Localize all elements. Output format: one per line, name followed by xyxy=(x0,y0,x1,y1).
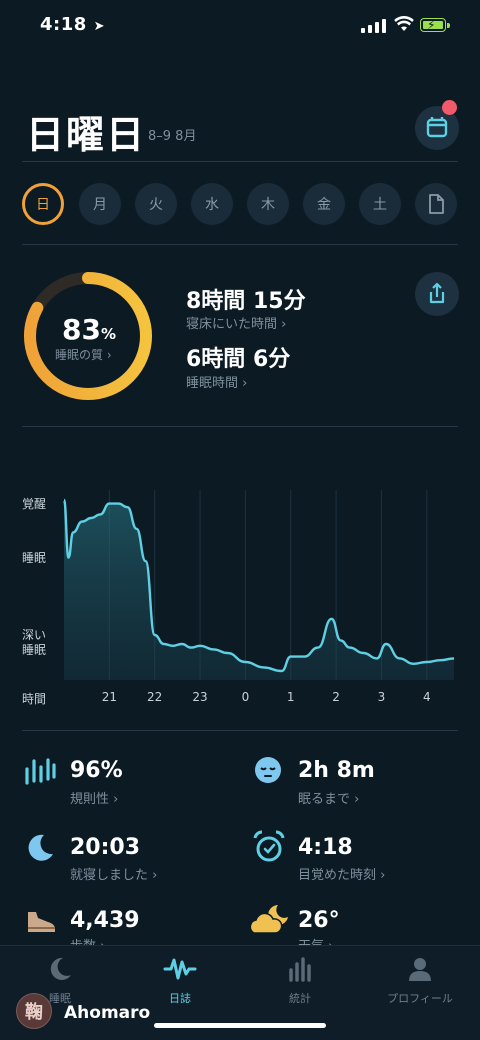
cellular-signal-icon xyxy=(361,19,386,33)
day-selector-sat[interactable]: 土 xyxy=(359,183,401,225)
x-tick-label: 21 xyxy=(101,690,117,704)
stat-wake-time-label[interactable]: 目覚めた時刻 › xyxy=(298,864,385,883)
battery-icon: ⚡ xyxy=(420,18,446,32)
avatar: 鞠 xyxy=(16,993,52,1029)
sleep-area xyxy=(64,500,454,680)
alarm-clock-icon xyxy=(253,830,285,862)
bars-icon xyxy=(289,957,311,982)
stat-regularity-value: 96% xyxy=(70,758,123,783)
notification-badge xyxy=(442,100,457,115)
home-indicator xyxy=(154,1023,326,1028)
wave-icon xyxy=(163,958,197,980)
day-selector-sun[interactable]: 日 xyxy=(22,183,64,225)
stat-fall-asleep-label[interactable]: 眠るまで › xyxy=(298,788,359,807)
tab-sleep[interactable]: 睡眠 xyxy=(0,956,120,1006)
bars-icon xyxy=(25,758,56,785)
person-icon xyxy=(409,958,431,981)
tab-profile[interactable]: プロフィール xyxy=(360,956,480,1006)
shoe-icon xyxy=(28,912,55,932)
day-selector-wed[interactable]: 水 xyxy=(191,183,233,225)
day-selector-fri[interactable]: 金 xyxy=(303,183,345,225)
tab-journal[interactable]: 日誌 xyxy=(120,956,240,1006)
cloud-moon-icon xyxy=(249,905,288,934)
stat-bedtime-value: 20:03 xyxy=(70,835,141,860)
stat-steps-value: 4,439 xyxy=(70,908,140,933)
in-bed-value: 8時間 15分 xyxy=(186,289,306,314)
sleepy-face-icon xyxy=(255,757,281,783)
page-title: 日曜日 xyxy=(26,113,147,157)
tab-stats[interactable]: 統計 xyxy=(240,956,360,1006)
day-selector-mon[interactable]: 月 xyxy=(79,183,121,225)
watermark-username: Ahomaro xyxy=(64,1003,151,1023)
divider xyxy=(22,426,458,427)
date-range: 8–9 8月 xyxy=(148,129,197,144)
document-icon xyxy=(429,194,444,214)
x-tick-label: 4 xyxy=(422,690,431,704)
day-selector-thu[interactable]: 木 xyxy=(247,183,289,225)
notes-button[interactable] xyxy=(415,183,457,225)
in-bed-label[interactable]: 寝床にいた時間 › xyxy=(186,313,286,332)
share-icon xyxy=(429,282,445,304)
share-button[interactable] xyxy=(415,272,459,316)
divider xyxy=(22,161,458,162)
stat-bedtime-label[interactable]: 就寝しました › xyxy=(70,864,157,883)
stat-fall-asleep-value: 2h 8m xyxy=(298,758,375,783)
status-time: 4:18 ➤ xyxy=(40,14,105,35)
sleep-stage-chart xyxy=(62,490,455,680)
wifi-icon xyxy=(394,16,414,31)
sleep-time-label[interactable]: 睡眠時間 › xyxy=(186,372,247,391)
stat-regularity-label[interactable]: 規則性 › xyxy=(70,788,118,807)
day-selector-tue[interactable]: 火 xyxy=(135,183,177,225)
quality-percent: 83% xyxy=(62,313,116,346)
x-tick-label: 0 xyxy=(241,690,250,704)
divider xyxy=(22,244,458,245)
quality-label[interactable]: 睡眠の質 › xyxy=(55,346,112,363)
location-arrow-icon: ➤ xyxy=(93,19,105,34)
x-axis-title: 時間 xyxy=(22,692,47,706)
x-tick-label: 3 xyxy=(377,690,386,704)
moon-icon xyxy=(28,834,53,861)
stat-weather-value: 26° xyxy=(298,908,340,933)
stat-wake-time-value: 4:18 xyxy=(298,835,353,860)
x-tick-label: 22 xyxy=(147,690,163,704)
divider xyxy=(22,730,458,731)
x-tick-label: 1 xyxy=(286,690,295,704)
x-tick-label: 23 xyxy=(192,690,208,704)
sleep-time-value: 6時間 6分 xyxy=(186,347,291,372)
x-tick-label: 2 xyxy=(332,690,340,704)
moon-icon xyxy=(50,957,71,980)
